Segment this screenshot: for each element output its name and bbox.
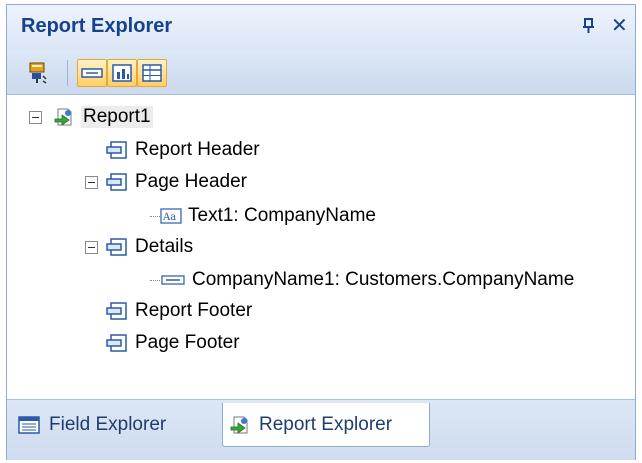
panel-titlebar: Report Explorer ✕: [7, 5, 635, 50]
tree-node-text1[interactable]: Aa Text1: CompanyName: [160, 201, 376, 231]
pin-icon[interactable]: [580, 16, 598, 36]
tree-node-label: Report1: [81, 106, 153, 128]
tab-label: Report Explorer: [259, 413, 393, 435]
tab-field-explorer[interactable]: Field Explorer: [17, 403, 217, 447]
remove-control-icon: [29, 62, 47, 84]
tree-node-report1[interactable]: Report1: [53, 102, 153, 132]
tree-node-report-header[interactable]: Report Header: [105, 135, 260, 165]
collapse-details-toggle[interactable]: [85, 241, 98, 254]
tree-connector: [150, 280, 160, 281]
tree-node-report-footer[interactable]: Report Footer: [105, 296, 252, 326]
tree-node-label: Report Header: [135, 139, 260, 160]
collapse-report1-toggle[interactable]: [29, 111, 42, 124]
section-icon: [106, 302, 127, 320]
report-explorer-panel: Report Explorer ✕ Report1 Report Header …: [6, 4, 636, 460]
close-icon[interactable]: ✕: [611, 13, 628, 37]
show-fields-button[interactable]: [107, 59, 137, 87]
tree-node-label: Report Footer: [135, 300, 253, 321]
tree-node-label: Page Header: [135, 171, 247, 192]
tree-node-details[interactable]: Details: [105, 232, 193, 262]
tree-node-label: Details: [135, 236, 194, 257]
show-fields-icon: [112, 64, 132, 82]
section-icon: [106, 334, 127, 352]
tree-connector: [150, 216, 160, 217]
show-tables-icon: [142, 64, 162, 82]
svg-text:Aa: Aa: [162, 212, 176, 223]
report-tree: Report1 Report Header Page Header Aa Tex…: [7, 95, 635, 399]
toolbar: [7, 50, 635, 95]
textbox-icon: Aa: [160, 208, 182, 224]
panel-title: Report Explorer: [21, 15, 173, 37]
remove-control-button[interactable]: [23, 59, 53, 87]
collapse-page-header-toggle[interactable]: [85, 176, 98, 189]
tree-node-label: CompanyName1: Customers.CompanyName: [192, 269, 575, 290]
report-explorer-icon: [230, 416, 248, 434]
field-explorer-icon: [18, 416, 40, 434]
tree-node-label: Text1: CompanyName: [188, 205, 376, 226]
tree-node-companyname1[interactable]: CompanyName1: Customers.CompanyName: [160, 265, 574, 295]
show-tables-button[interactable]: [137, 59, 167, 87]
section-icon: [106, 173, 127, 191]
show-controls-button[interactable]: [77, 59, 107, 87]
toolbar-separator: [67, 60, 68, 86]
field-control-icon: [161, 275, 185, 285]
explorer-tabs: Field Explorer Report Explorer: [7, 399, 635, 460]
section-icon: [106, 238, 127, 256]
tree-node-page-header[interactable]: Page Header: [105, 167, 247, 197]
section-icon: [106, 141, 127, 159]
tree-node-page-footer[interactable]: Page Footer: [105, 328, 240, 358]
report-icon: [54, 108, 72, 126]
tree-node-label: Page Footer: [135, 332, 240, 353]
show-controls-icon: [81, 68, 103, 78]
tab-label: Field Explorer: [49, 414, 167, 435]
tab-report-explorer[interactable]: Report Explorer: [222, 403, 430, 447]
